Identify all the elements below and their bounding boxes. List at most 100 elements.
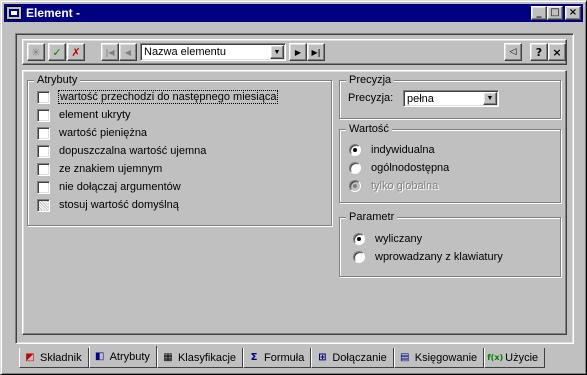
tab-uzycie[interactable]: f(x) Użycie <box>484 348 546 368</box>
tab-atrybuty[interactable]: ◧ Atrybuty <box>88 346 157 368</box>
next-icon: ▶ <box>294 47 302 57</box>
checkbox-box[interactable] <box>37 108 50 122</box>
checkbox-no-arguments[interactable]: nie dołączaj argumentów <box>37 179 181 195</box>
attach-icon: ⊞ <box>318 352 327 363</box>
tab-label: Składnik <box>40 351 82 364</box>
checkbox-box[interactable] <box>37 180 50 194</box>
radio-label: wyliczany <box>375 233 423 245</box>
value-legend: Wartość <box>346 123 392 135</box>
minimize-icon: _ <box>536 7 542 18</box>
minimize-button[interactable]: _ <box>531 6 547 20</box>
tab-label: Dołączanie <box>332 351 387 364</box>
toolbar: ✳ ✓ ✗ |◀ ◀ Nazwa elementu ▼ ▶ ▶| ◁ ? × <box>22 39 567 65</box>
parameter-group: Parametr wyliczany wprowadzany z klawiat… <box>339 211 561 277</box>
precision-group: Precyzja Precyzja: pełna ▼ <box>339 74 561 119</box>
checkbox-label: wartość przechodzi do następnego miesiąc… <box>57 90 279 104</box>
checkbox-hidden[interactable]: element ukryty <box>37 107 131 123</box>
maximize-button[interactable]: □ <box>547 6 563 20</box>
help-button[interactable]: ? <box>530 43 548 61</box>
checkbox-label: ze znakiem ujemnym <box>59 163 163 175</box>
collapse-button[interactable]: ◁ <box>504 43 522 61</box>
value-group: Wartość indywidualna ogólnodostępna tylk… <box>339 123 561 203</box>
close-button[interactable]: × <box>565 6 581 20</box>
checkbox-monetary[interactable]: wartość pieniężna <box>37 125 147 141</box>
asterisk-icon: ✳ <box>31 45 41 59</box>
parameter-legend: Parametr <box>346 211 398 223</box>
chevron-down-icon[interactable]: ▼ <box>483 92 497 105</box>
close-icon: × <box>568 7 578 18</box>
precision-value: pełna <box>407 93 434 105</box>
tab-label: Atrybuty <box>109 350 150 363</box>
tab-klasyfikacje[interactable]: ▦ Klasyfikacje <box>156 348 244 368</box>
tab-skladnik[interactable]: ◩ Składnik <box>19 348 89 368</box>
checkmark-icon: ✓ <box>52 45 62 59</box>
checkbox-negative-sign[interactable]: ze znakiem ujemnym <box>37 161 162 177</box>
accept-button[interactable]: ✓ <box>48 43 66 61</box>
tab-strip: ◩ Składnik ◧ Atrybuty ▦ Klasyfikacje Σ Formu… <box>19 346 546 370</box>
radio-dot[interactable] <box>353 233 365 245</box>
tab-label: Księgowanie <box>414 351 478 364</box>
checkbox-label: dopuszczalna wartość ujemna <box>59 145 207 157</box>
checkbox-box[interactable] <box>37 198 50 212</box>
checkbox-label: nie dołączaj argumentów <box>59 181 181 193</box>
checkbox-default-value[interactable]: stosuj wartość domyślną <box>37 197 179 213</box>
tab-label: Użycie <box>505 351 539 364</box>
first-icon: |◀ <box>105 47 115 57</box>
radio-individual[interactable]: indywidualna <box>349 142 435 158</box>
tab-label: Klasyfikacje <box>177 351 237 364</box>
content-panel: Atrybuty wartość przechodzi do następneg… <box>22 70 567 335</box>
previous-record-button[interactable]: ◀ <box>119 43 137 61</box>
radio-label: tylko globalna <box>371 180 439 192</box>
chevron-down-icon[interactable]: ▼ <box>270 45 284 59</box>
radio-label: indywidualna <box>371 144 435 156</box>
close-icon: × <box>552 45 562 59</box>
classification-icon: ▦ <box>163 352 173 363</box>
help-icon: ? <box>535 45 543 59</box>
checkbox-label: stosuj wartość domyślną <box>59 199 179 211</box>
first-record-button[interactable]: |◀ <box>101 43 119 61</box>
tab-dolaczanie[interactable]: ⊞ Dołączanie <box>311 348 394 368</box>
tab-formula[interactable]: Σ Formuła <box>243 348 312 368</box>
attributes-icon: ◧ <box>94 351 105 362</box>
element-field-combo[interactable]: Nazwa elementu ▼ <box>140 43 286 61</box>
usage-icon: f(x) <box>487 353 504 362</box>
radio-keyboard[interactable]: wprowadzany z klawiatury <box>353 249 503 265</box>
element-window: Element - _ □ × ✳ ✓ ✗ |◀ ◀ Nazwa element… <box>0 0 587 375</box>
next-record-button[interactable]: ▶ <box>289 43 307 61</box>
radio-dot[interactable] <box>353 251 365 263</box>
radio-label: ogólnodostępna <box>371 162 450 174</box>
maximize-icon: □ <box>550 7 560 18</box>
precision-select[interactable]: pełna ▼ <box>403 90 499 107</box>
checkbox-carry-over[interactable]: wartość przechodzi do następnego miesiąc… <box>37 89 279 105</box>
left-triangle-icon: ◁ <box>509 47 517 57</box>
radio-dot <box>349 180 361 192</box>
checkbox-box[interactable] <box>37 162 50 176</box>
radio-public[interactable]: ogólnodostępna <box>349 160 449 176</box>
accounting-icon: ▤ <box>400 352 410 363</box>
checkbox-box[interactable] <box>37 90 50 104</box>
cancel-button[interactable]: ✗ <box>67 43 85 61</box>
component-icon: ◩ <box>25 352 35 363</box>
checkbox-negative-allowed[interactable]: dopuszczalna wartość ujemna <box>37 143 206 159</box>
last-record-button[interactable]: ▶| <box>307 43 325 61</box>
radio-dot[interactable] <box>349 144 361 156</box>
checkbox-label: wartość pieniężna <box>59 127 148 139</box>
radio-global-only: tylko globalna <box>349 178 438 194</box>
checkbox-box[interactable] <box>37 144 50 158</box>
close-form-button[interactable]: × <box>548 43 566 61</box>
attributes-legend: Atrybuty <box>34 74 81 86</box>
tab-ksiegowanie[interactable]: ▤ Księgowanie <box>393 348 485 368</box>
app-icon[interactable] <box>6 6 22 20</box>
radio-computed[interactable]: wyliczany <box>353 231 422 247</box>
formula-icon: Σ <box>250 352 258 363</box>
new-button[interactable]: ✳ <box>27 43 45 61</box>
last-icon: ▶| <box>311 47 321 57</box>
radio-label: wprowadzany z klawiatury <box>375 251 503 263</box>
attributes-group: Atrybuty wartość przechodzi do następneg… <box>27 74 332 226</box>
previous-icon: ◀ <box>124 47 132 57</box>
title-bar[interactable]: Element - _ □ × <box>4 4 583 22</box>
precision-label: Precyzja: <box>348 92 394 104</box>
checkbox-box[interactable] <box>37 126 50 140</box>
radio-dot[interactable] <box>349 162 361 174</box>
combo-value: Nazwa elementu <box>144 46 226 58</box>
